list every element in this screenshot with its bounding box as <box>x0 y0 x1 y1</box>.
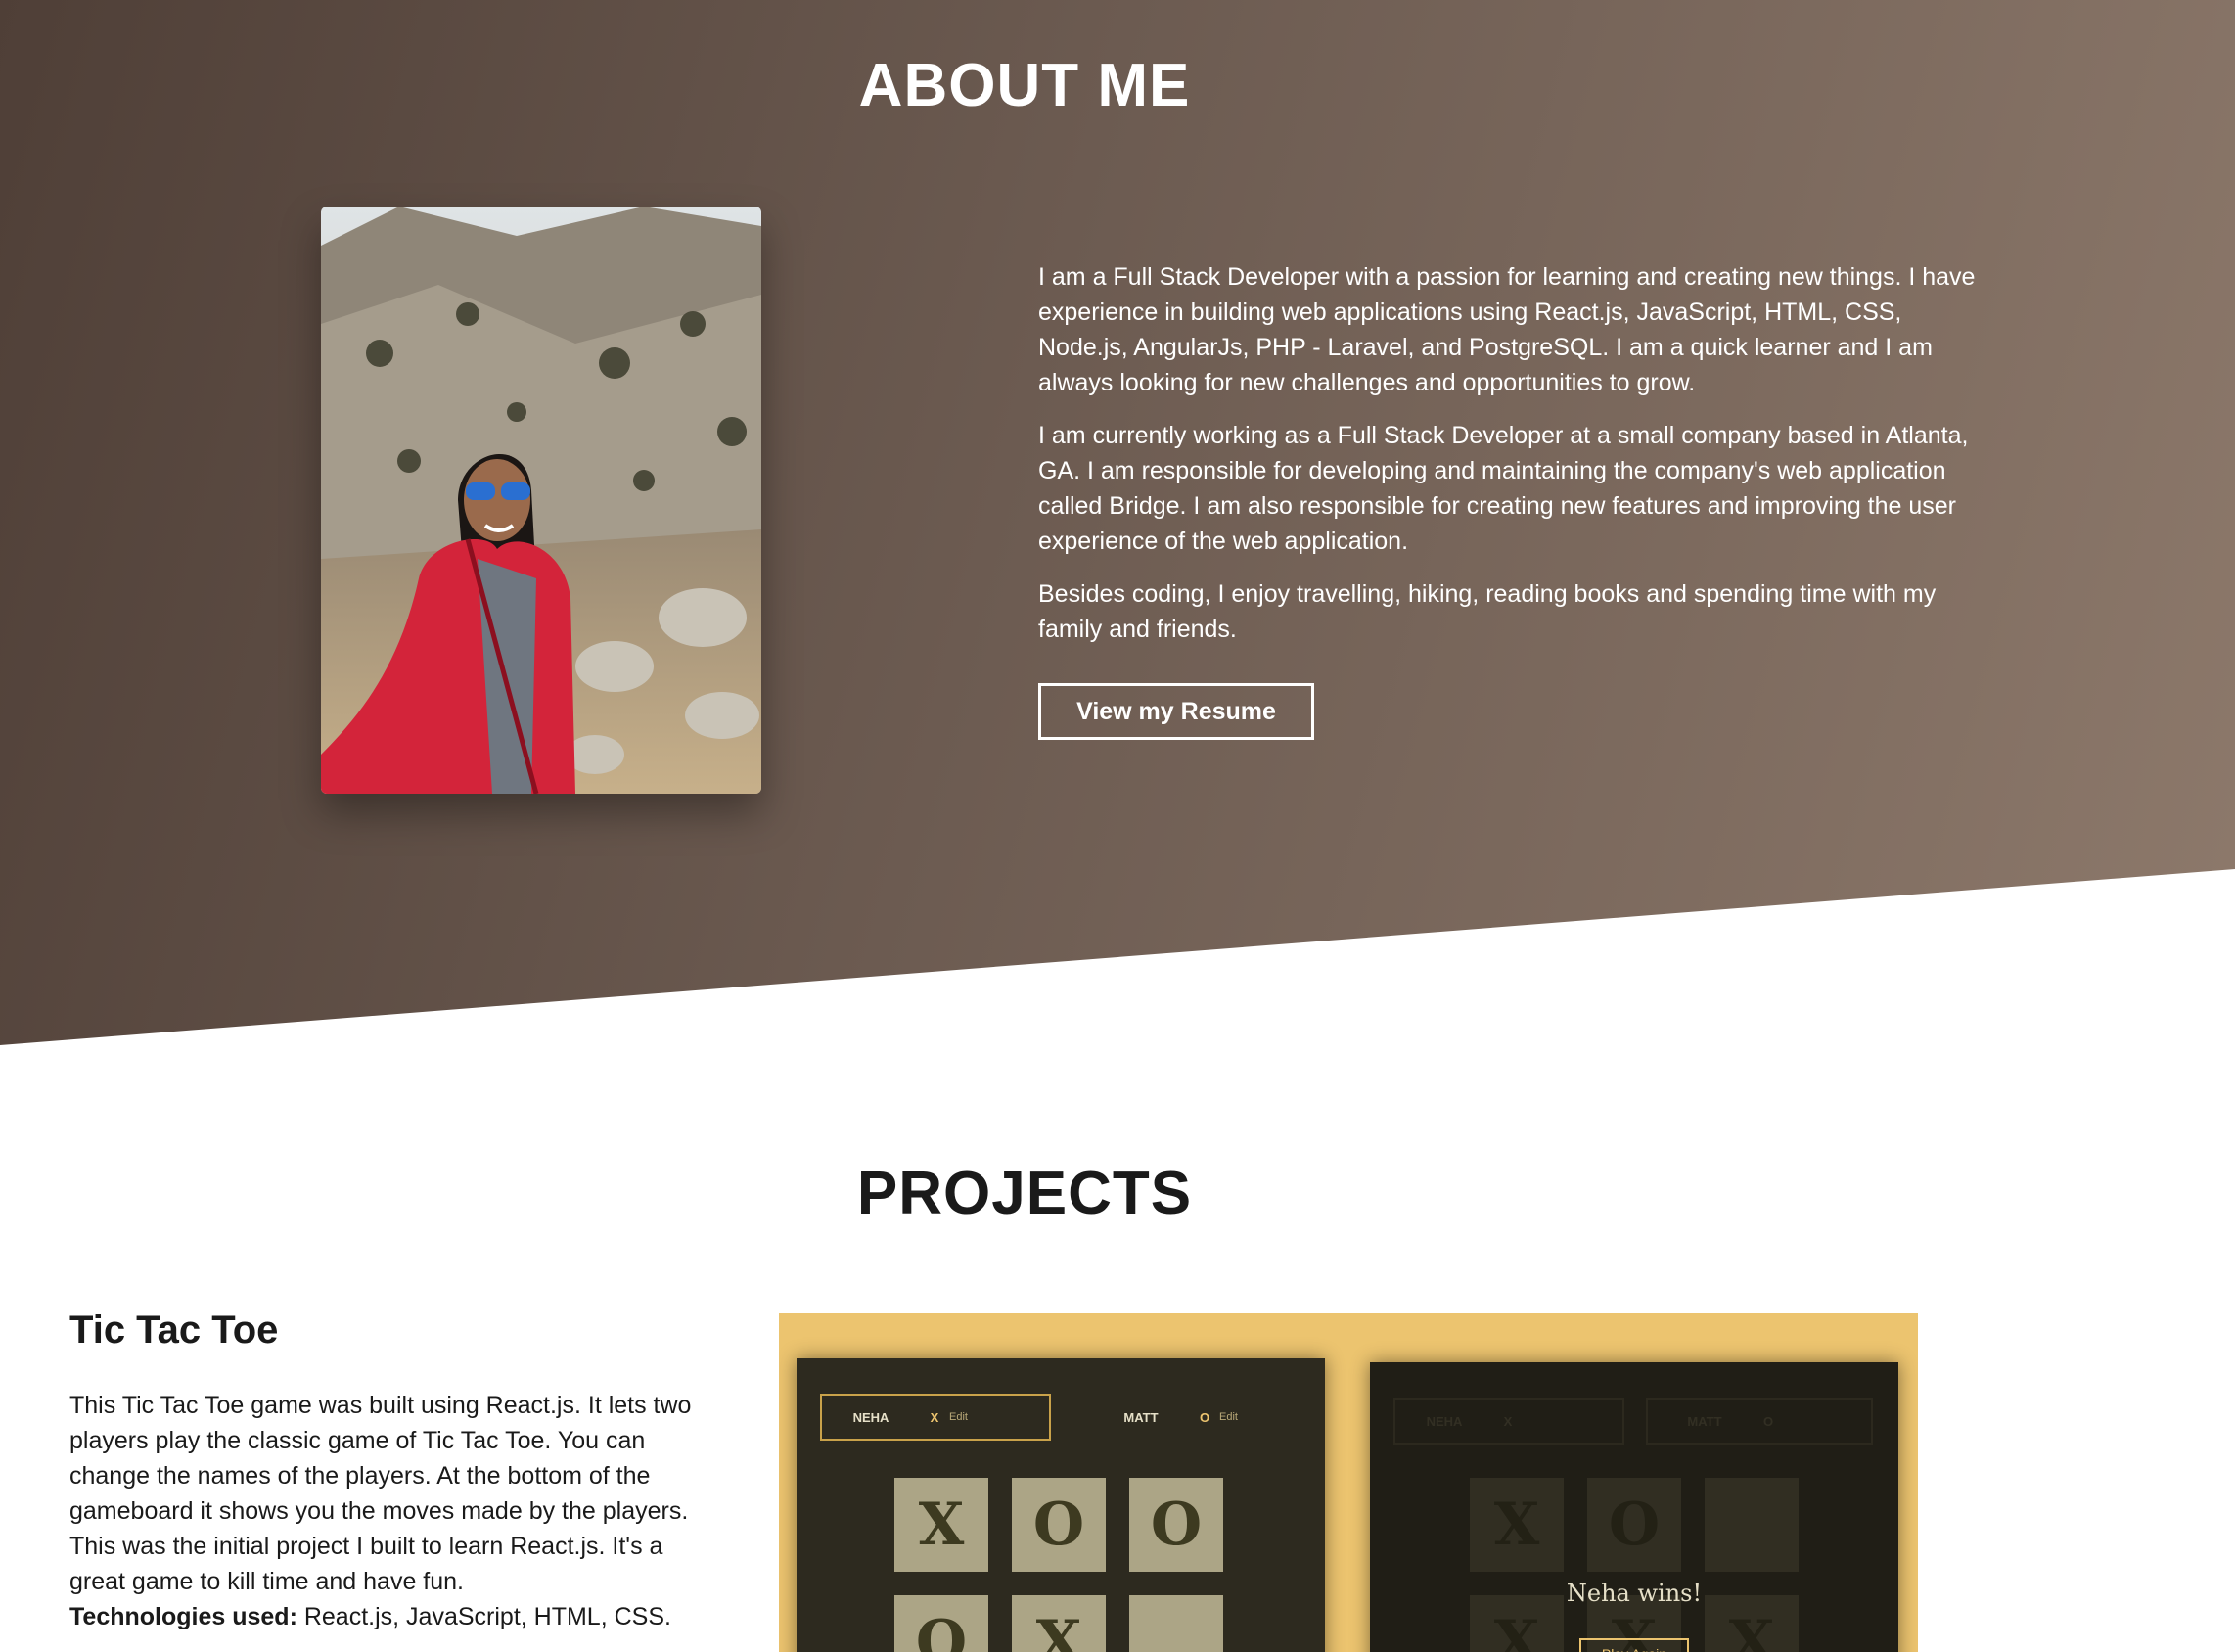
game-over-overlay <box>1370 1362 1898 1652</box>
project-screenshot[interactable]: NEHA X Edit MATT O Edit X O O O X NEHA X… <box>779 1313 1918 1652</box>
about-paragraph: Besides coding, I enjoy travelling, hiki… <box>1038 580 1937 643</box>
board-cell[interactable] <box>1129 1595 1223 1652</box>
game-over-preview: NEHA X MATT O X O X X X Neha wins! Play … <box>1370 1362 1898 1652</box>
tech-label: Technologies used: <box>69 1603 297 1630</box>
about-text: I am a Full Stack Developer with a passi… <box>1038 259 1987 665</box>
about-section: ABOUT ME I am a Full Stack Developer wit… <box>0 0 2235 1045</box>
player-name: NEHA <box>852 1409 889 1425</box>
player-name: MATT <box>1123 1409 1159 1425</box>
winner-message: Neha wins! <box>1566 1580 1703 1607</box>
about-paragraph: I am currently working as a Full Stack D… <box>1038 422 1969 555</box>
projects-title: PROJECTS <box>856 1160 1193 1227</box>
tech-list: React.js, JavaScript, HTML, CSS. <box>296 1603 671 1630</box>
game-board-preview: NEHA X Edit MATT O Edit X O O O X <box>797 1358 1325 1652</box>
play-again-button[interactable]: Play Again <box>1579 1638 1689 1652</box>
board-cell[interactable]: X <box>894 1478 988 1572</box>
about-title: ABOUT ME <box>858 52 1191 119</box>
edit-button[interactable]: Edit <box>1219 1411 1238 1423</box>
project-description-text: This Tic Tac Toe game was built using Re… <box>69 1392 692 1595</box>
edit-button[interactable]: Edit <box>949 1411 968 1423</box>
player-two: MATT O Edit <box>1092 1394 1288 1441</box>
project-description: This Tic Tac Toe game was built using Re… <box>69 1388 696 1634</box>
board-cell[interactable]: O <box>1129 1478 1223 1572</box>
player-one: NEHA X Edit <box>820 1394 1051 1441</box>
view-resume-button[interactable]: View my Resume <box>1038 683 1314 740</box>
profile-photo <box>321 206 761 794</box>
board-cell[interactable]: O <box>894 1595 988 1652</box>
board-cell[interactable]: O <box>1012 1478 1106 1572</box>
player-symbol: O <box>1199 1409 1210 1425</box>
board-cell[interactable]: X <box>1012 1595 1106 1652</box>
player-symbol: X <box>930 1409 939 1425</box>
about-paragraph: I am a Full Stack Developer with a passi… <box>1038 263 1976 396</box>
project-title: Tic Tac Toe <box>69 1308 279 1352</box>
